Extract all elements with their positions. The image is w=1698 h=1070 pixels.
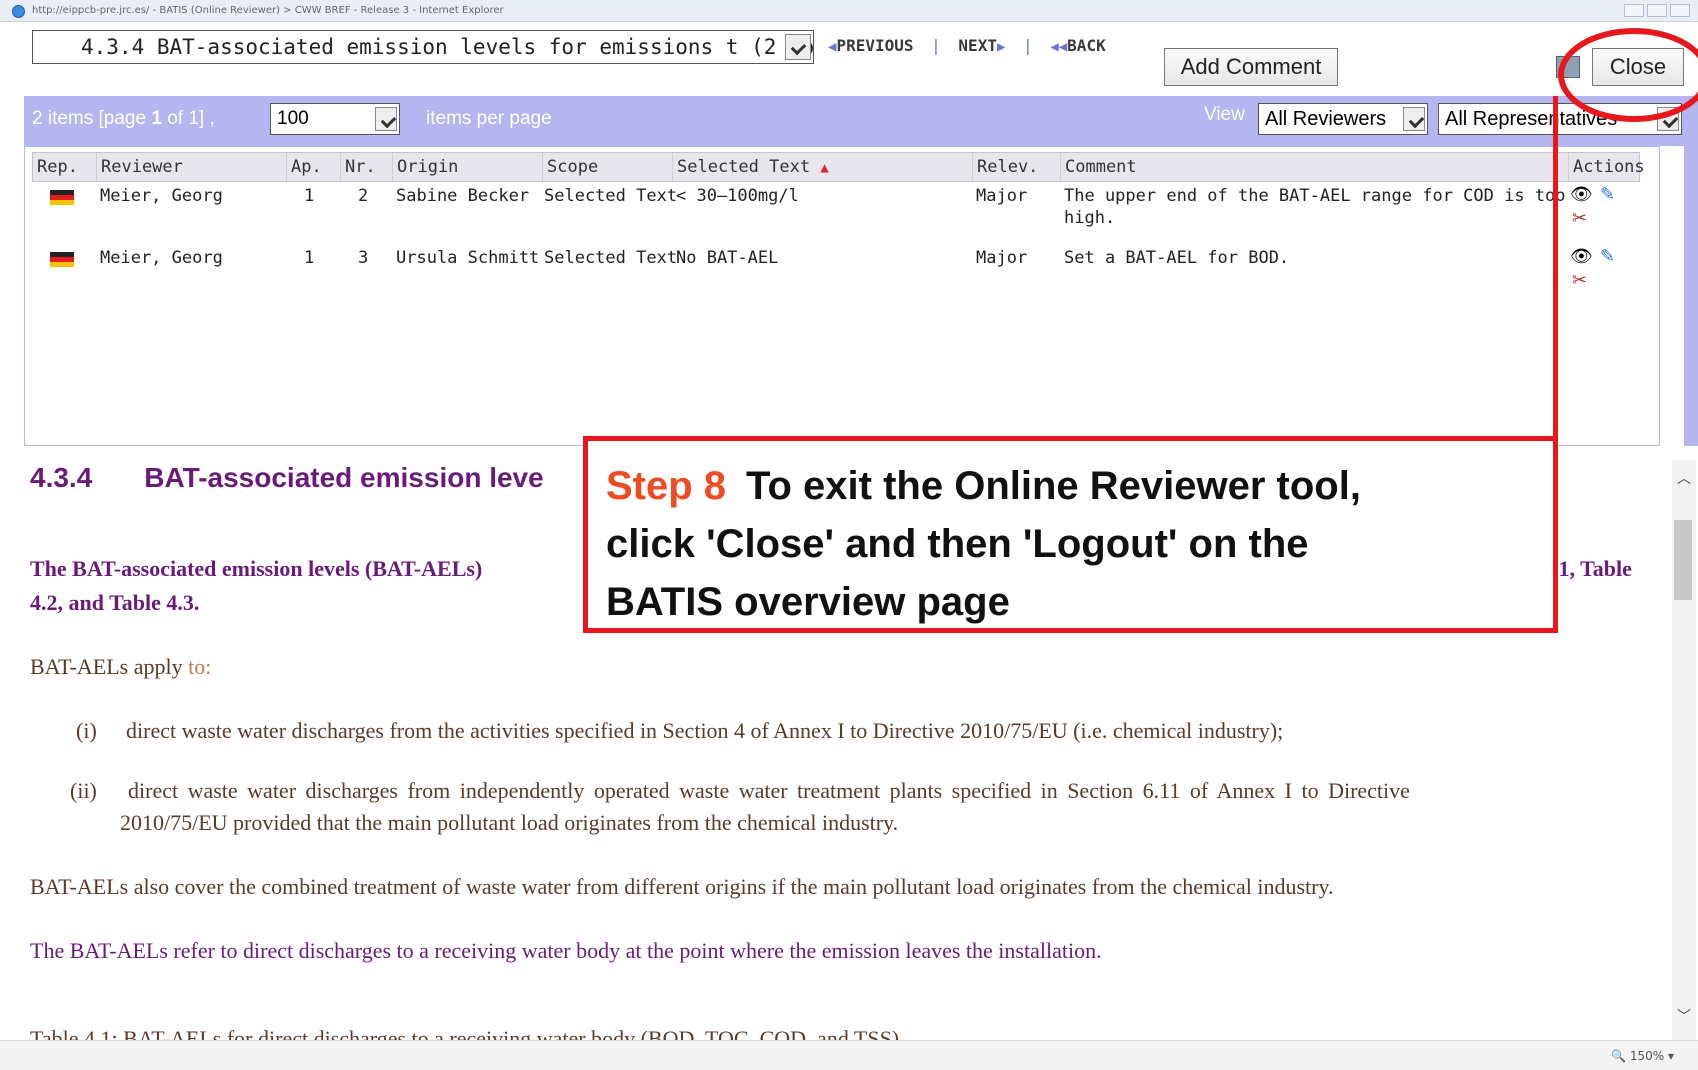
cell-reviewer: Meier, Georg	[100, 186, 223, 206]
list-item: direct waste water discharges from indep…	[128, 778, 1410, 803]
list-item-marker: (ii)	[70, 778, 97, 803]
status-bar: 🔍 150% ▾	[0, 1040, 1698, 1070]
table-caption-partial: Table 4.1: BAT-AELs for direct discharge…	[30, 1028, 899, 1040]
cell-comment-cont: high.	[1064, 208, 1116, 228]
step-callout: Step 8 To exit the Online Reviewer tool, …	[583, 436, 1558, 633]
window-close-button[interactable]	[1670, 4, 1690, 17]
list-item: direct waste water discharges from the a…	[126, 718, 1284, 743]
germany-flag-icon	[50, 252, 74, 267]
maximize-button[interactable]	[1647, 4, 1667, 17]
cell-selected-text: < 30–100mg/l	[676, 186, 799, 206]
col-relev[interactable]: Relev.	[973, 153, 1061, 181]
delete-icon[interactable]: ✂	[1572, 270, 1587, 291]
intro-text: The BAT-associated emission levels (BAT-…	[30, 556, 483, 581]
navigation-links: ◀PREVIOUS | NEXT▶ | ◀◀BACK	[828, 36, 1106, 55]
section-select-value: 4.3.4 BAT-associated emission levels for…	[81, 35, 814, 59]
scroll-down-icon[interactable]: ﹀	[1677, 1006, 1691, 1026]
window-controls	[1624, 4, 1690, 17]
next-arrow-icon: ▶	[996, 39, 1006, 55]
col-reviewer[interactable]: Reviewer	[97, 153, 287, 181]
cell-scope: Selected Text	[544, 248, 678, 268]
scroll-thumb[interactable]	[1674, 520, 1692, 600]
paragraph: BAT-AELs also cover the combined treatme…	[30, 874, 1334, 899]
next-link[interactable]: NEXT	[958, 36, 997, 55]
grid-header: Rep. Reviewer Ap. Nr. Origin Scope Selec…	[32, 152, 1645, 182]
online-reviewer-window: { "window": {"title": "http://eippcb-pre…	[0, 0, 1698, 1070]
edit-icon[interactable]: ✎	[1600, 184, 1615, 205]
cell-relev: Major	[976, 186, 1028, 206]
section-select[interactable]: 4.3.4 BAT-associated emission levels for…	[32, 30, 814, 64]
col-comment[interactable]: Comment	[1061, 153, 1569, 181]
apply-to-text: BAT-AELs apply to:	[30, 654, 212, 679]
zoom-level[interactable]: 🔍 150% ▾	[1611, 1041, 1674, 1070]
step-number: Step 8	[606, 464, 727, 508]
scroll-up-icon[interactable]: ︿	[1677, 468, 1691, 488]
col-rep[interactable]: Rep.	[33, 153, 97, 181]
view-label: View	[1204, 104, 1245, 125]
cell-origin: Ursula Schmitt	[396, 248, 540, 268]
col-ap[interactable]: Ap.	[287, 153, 341, 181]
panel-edge	[1684, 96, 1698, 446]
previous-link[interactable]: PREVIOUS	[836, 36, 913, 55]
document-scrollbar[interactable]: ︿ ﹀	[1672, 460, 1696, 1040]
reviewer-filter-select[interactable]: All Reviewers	[1258, 103, 1428, 135]
cell-ap: 1	[304, 186, 315, 206]
chevron-down-icon[interactable]	[785, 34, 811, 60]
back-link[interactable]: BACK	[1067, 36, 1106, 55]
delete-icon[interactable]: ✂	[1572, 208, 1587, 229]
sort-asc-icon: ▲	[820, 160, 829, 176]
add-comment-button[interactable]: Add Comment	[1164, 48, 1338, 86]
back-arrow-icon: ◀◀	[1050, 39, 1068, 55]
items-per-page-select[interactable]: 100	[270, 103, 400, 135]
cell-relev: Major	[976, 248, 1028, 268]
intro-text-end: .1, Table	[1553, 556, 1632, 581]
cell-origin: Sabine Becker	[396, 186, 530, 206]
cell-comment: Set a BAT-AEL for BOD.	[1064, 248, 1290, 268]
list-item-cont: 2010/75/EU provided that the main pollut…	[120, 810, 899, 835]
edit-icon[interactable]: ✎	[1600, 246, 1615, 267]
items-per-page-label: items per page	[426, 108, 552, 129]
chevron-down-icon[interactable]	[375, 107, 397, 131]
cell-scope: Selected Text	[544, 186, 678, 206]
col-origin[interactable]: Origin	[393, 153, 543, 181]
cell-nr: 2	[358, 186, 369, 206]
col-actions: Actions	[1573, 157, 1645, 177]
chevron-down-icon[interactable]	[1403, 107, 1425, 131]
paragraph: The BAT-AELs refer to direct discharges …	[30, 938, 1102, 963]
paging-info: 2 items [page 1 of 1] ,	[32, 108, 215, 129]
cell-ap: 1	[304, 248, 315, 268]
cell-selected-text: No BAT-AEL	[676, 248, 779, 268]
germany-flag-icon	[50, 190, 74, 205]
internet-explorer-icon	[12, 5, 25, 18]
list-item-marker: (i)	[76, 718, 97, 743]
col-nr[interactable]: Nr.	[341, 153, 393, 181]
window-title: http://eippcb-pre.jrc.es/ - BATIS (Onlin…	[32, 5, 504, 16]
intro-text-cont: 4.2, and Table 4.3.	[30, 590, 200, 615]
minimize-button[interactable]	[1624, 4, 1644, 17]
cell-reviewer: Meier, Georg	[100, 248, 223, 268]
comments-grid: Rep. Reviewer Ap. Nr. Origin Scope Selec…	[24, 146, 1684, 446]
col-selected-text[interactable]: Selected Text ▲	[673, 153, 973, 181]
col-scope[interactable]: Scope	[543, 153, 673, 181]
table-row[interactable]: Meier, Georg 1 3 Ursula Schmitt Selected…	[32, 246, 1640, 308]
section-heading: 4.3.4 BAT-associated emission leve	[30, 462, 544, 493]
table-row[interactable]: Meier, Georg 1 2 Sabine Becker Selected …	[32, 184, 1640, 246]
close-highlight-ellipse	[1558, 28, 1698, 122]
cell-nr: 3	[358, 248, 369, 268]
view-icon[interactable]: 👁	[1570, 184, 1593, 205]
callout-connector	[1553, 96, 1558, 438]
cell-comment: The upper end of the BAT-AEL range for C…	[1064, 186, 1566, 206]
browser-title-bar: http://eippcb-pre.jrc.es/ - BATIS (Onlin…	[0, 0, 1698, 22]
view-icon[interactable]: 👁	[1570, 246, 1593, 267]
